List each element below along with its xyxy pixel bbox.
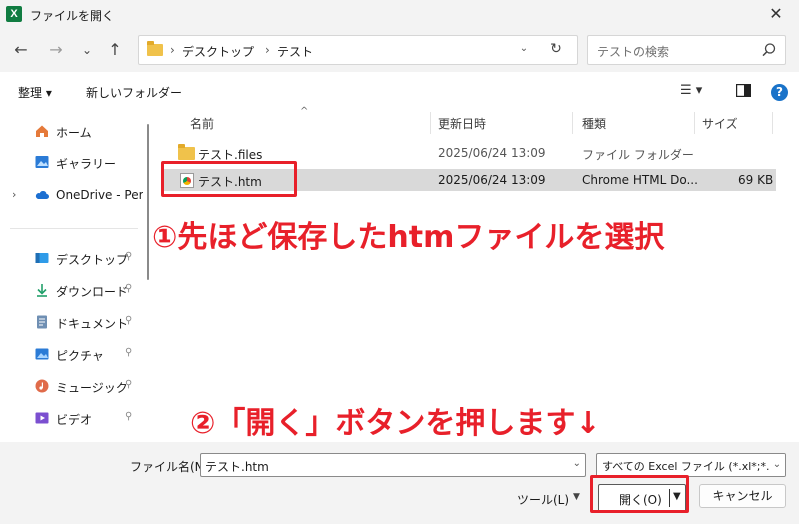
highlight-selected-file [161, 161, 297, 197]
pin-icon[interactable]: ⚲ [125, 379, 132, 390]
column-divider[interactable] [694, 112, 695, 134]
document-icon [37, 315, 47, 329]
excel-icon: X [6, 6, 22, 22]
sidebar-item-gallery[interactable]: ギャラリー [0, 150, 143, 174]
refresh-icon[interactable]: ↻ [547, 40, 565, 58]
file-modified: 2025/06/24 13:09 [438, 173, 546, 187]
file-modified: 2025/06/24 13:09 [438, 146, 546, 160]
close-button[interactable]: ✕ [753, 0, 799, 28]
cancel-button[interactable]: キャンセル [699, 484, 786, 508]
filter-value: すべての Excel ファイル (*.xl*;*.xlsx [602, 460, 786, 473]
file-size: 69 KB [738, 173, 774, 187]
chevron-down-icon[interactable]: ⌄ [517, 42, 531, 56]
new-folder-button[interactable]: 新しいフォルダー [86, 84, 182, 101]
file-type: ファイル フォルダー [582, 148, 694, 162]
file-type-filter-select[interactable]: すべての Excel ファイル (*.xl*;*.xlsx ⌄ [596, 453, 786, 477]
tools-button[interactable]: ツール(L) ▼ [513, 488, 589, 510]
pin-icon[interactable]: ⚲ [125, 251, 132, 262]
recent-locations-button[interactable]: ⌄ [76, 39, 98, 61]
sidebar-item-label: ドキュメント [56, 317, 129, 331]
folder-icon [147, 41, 163, 56]
chevron-down-icon: ▼ [573, 492, 580, 502]
title-bar: X ファイルを開く ✕ [0, 0, 799, 28]
organize-button[interactable]: 整理 ▾ [18, 84, 52, 101]
command-bar: 整理 ▾ 新しいフォルダー ☰ ▾ [0, 72, 799, 110]
home-icon [36, 125, 48, 137]
help-icon[interactable]: ? [771, 84, 788, 101]
sidebar-item-label: ギャラリー [56, 157, 117, 171]
file-type: Chrome HTML Do... [582, 173, 698, 187]
pin-icon[interactable]: ⚲ [125, 347, 132, 358]
breadcrumb-desktop[interactable]: デスクトップ [182, 43, 254, 60]
search-icon [762, 43, 776, 57]
sidebar-item-downloads[interactable]: ダウンロード ⚲ [0, 278, 143, 302]
annotation-step1: ①先ほど保存したhtmファイルを選択 [152, 220, 665, 255]
gallery-icon [35, 156, 49, 168]
filename-input[interactable]: テスト.htm ⌄ [200, 453, 586, 477]
music-icon [35, 379, 49, 393]
search-placeholder: テストの検索 [597, 45, 670, 59]
sidebar-item-videos[interactable]: ビデオ ⚲ [0, 406, 143, 430]
sidebar-item-label: デスクトップ [56, 253, 129, 267]
forward-button[interactable]: → [45, 39, 67, 61]
pin-icon[interactable]: ⚲ [125, 411, 132, 422]
pin-icon[interactable]: ⚲ [125, 315, 132, 326]
sidebar-item-music[interactable]: ミュージック ⚲ [0, 374, 143, 398]
column-divider[interactable] [430, 112, 431, 134]
sidebar-item-documents[interactable]: ドキュメント ⚲ [0, 310, 143, 334]
sidebar-item-label: ミュージック [56, 381, 128, 395]
download-icon [37, 284, 47, 297]
sidebar-item-pictures[interactable]: ピクチャ ⚲ [0, 342, 143, 366]
breadcrumb-test[interactable]: テスト [277, 43, 313, 60]
column-header-size[interactable]: サイズ [702, 110, 738, 136]
filename-value: テスト.htm [205, 460, 269, 474]
sidebar-scrollbar[interactable] [147, 124, 149, 280]
column-divider[interactable] [772, 112, 773, 134]
sidebar-item-label: OneDrive - Perso [56, 188, 143, 202]
highlight-open-button [590, 475, 689, 513]
pin-icon[interactable]: ⚲ [125, 283, 132, 294]
navigation-pane: ホーム ギャラリー › OneDrive - Perso デスクトップ ⚲ ダウ… [0, 110, 143, 442]
pictures-icon [35, 348, 49, 360]
chevron-right-icon: › [265, 43, 270, 57]
back-button[interactable]: ← [10, 39, 32, 61]
cloud-icon [35, 191, 49, 199]
column-header-modified[interactable]: 更新日時 [438, 110, 486, 136]
folder-icon [178, 144, 195, 160]
video-icon [35, 412, 49, 424]
chevron-down-icon[interactable]: ⌄ [573, 458, 581, 469]
sidebar-item-label: ホーム [56, 126, 92, 140]
annotation-step2: ②「開く」ボタンを押します↓ [190, 406, 601, 441]
chevron-right-icon[interactable]: › [12, 188, 16, 201]
file-list: 名前 ^ 更新日時 種類 サイズ テスト.files 2025/06/24 13… [158, 106, 799, 442]
sidebar-item-home[interactable]: ホーム [0, 119, 143, 143]
sidebar-item-label: ダウンロード [56, 285, 129, 299]
up-button[interactable]: ↑ [104, 39, 126, 61]
column-header-type[interactable]: 種類 [582, 110, 606, 136]
search-input[interactable]: テストの検索 [587, 35, 786, 65]
preview-pane-icon[interactable] [736, 84, 751, 97]
sidebar-item-onedrive[interactable]: › OneDrive - Perso [0, 183, 143, 207]
sidebar-item-label: ピクチャ [56, 349, 104, 363]
navigation-bar: ← → ⌄ ↑ › デスクトップ › テスト ⌄ ↻ テストの検索 [0, 28, 799, 72]
column-divider[interactable] [572, 112, 573, 134]
sort-ascending-icon: ^ [300, 106, 309, 117]
sidebar-item-desktop[interactable]: デスクトップ ⚲ [0, 246, 143, 270]
view-options-button[interactable]: ☰ ▾ [680, 82, 702, 100]
tools-label: ツール(L) [517, 493, 570, 507]
desktop-icon [35, 253, 49, 263]
sidebar-divider [10, 228, 138, 229]
chevron-right-icon: › [170, 43, 175, 57]
window-title: ファイルを開く [30, 9, 115, 23]
column-header-name[interactable]: 名前 [190, 110, 214, 136]
sidebar-item-label: ビデオ [56, 413, 93, 427]
address-bar[interactable]: › デスクトップ › テスト ⌄ ↻ [138, 35, 578, 65]
chevron-down-icon[interactable]: ⌄ [769, 454, 785, 476]
